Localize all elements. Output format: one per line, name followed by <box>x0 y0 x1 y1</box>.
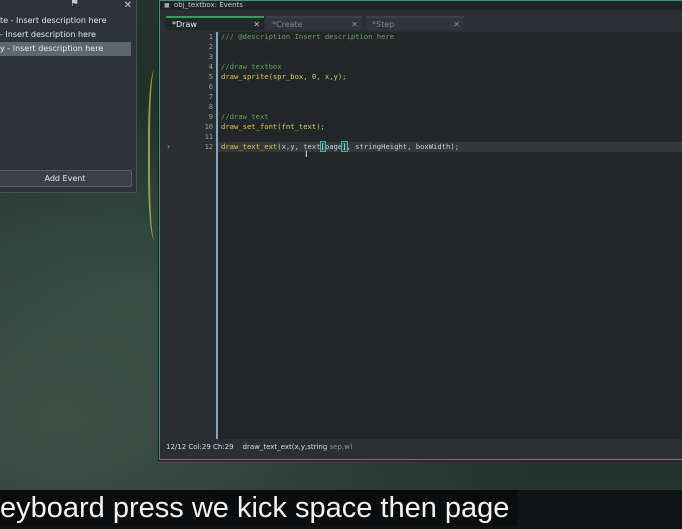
code-segment: , stringHeight, boxWidth); <box>346 142 460 151</box>
tab-draw-label: *Draw <box>172 20 197 29</box>
code-segment: page <box>324 142 343 151</box>
tab-draw[interactable]: *Draw ✕ <box>166 16 264 30</box>
tab-step[interactable]: *Step ✕ <box>366 16 464 30</box>
tab-create-close-icon[interactable]: ✕ <box>351 18 358 32</box>
event-tabs: *Draw ✕ *Create ✕ *Step ✕ <box>166 16 676 30</box>
add-event-button[interactable]: Add Event <box>0 170 132 187</box>
event-list: te - Insert description here - Insert de… <box>0 14 131 56</box>
code-area[interactable]: › 1 2 3 4 5 6 7 8 9 10 11 12 /// @descri… <box>166 32 682 439</box>
function-name: draw_set_font <box>221 122 278 131</box>
code-line-4[interactable]: //draw textbox <box>221 62 282 72</box>
event-item-step[interactable]: - Insert description here <box>0 28 131 42</box>
current-line-arrow-icon: › <box>167 142 171 151</box>
line-number: 6 <box>208 83 213 91</box>
tab-step-label: *Step <box>372 20 395 29</box>
object-icon: ■ <box>164 2 170 9</box>
code-editor-window: ■ obj_textbox: Events *Draw ✕ *Create ✕ … <box>159 0 682 460</box>
close-icon[interactable]: ✕ <box>124 0 132 11</box>
line-number: 2 <box>208 43 213 51</box>
event-item-draw[interactable]: y - Insert description here <box>0 42 131 56</box>
line-number: 12 <box>204 143 213 151</box>
event-item-create[interactable]: te - Insert description here <box>0 14 131 28</box>
line-number: 8 <box>208 103 213 111</box>
line-number: 4 <box>208 63 213 71</box>
tab-step-close-icon[interactable]: ✕ <box>453 18 460 32</box>
text-cursor-icon: I <box>305 150 308 160</box>
function-args: (fnt_text); <box>277 122 325 131</box>
tab-create[interactable]: *Create ✕ <box>266 16 362 30</box>
function-signature: draw_text_ext(x,y,string <box>242 443 328 451</box>
line-number: 3 <box>208 53 213 61</box>
video-subtitle: eyboard press we kick space then page <box>0 490 518 526</box>
code-line-9[interactable]: //draw text <box>221 112 269 122</box>
tab-draw-close-icon[interactable]: ✕ <box>253 18 260 32</box>
tab-create-label: *Create <box>272 20 303 29</box>
event-list-panel: ⚑ ✕ te - Insert description here - Inser… <box>0 0 137 193</box>
function-name: draw_sprite <box>221 72 269 81</box>
window-title-bar[interactable]: ■ obj_textbox: Events <box>160 1 682 10</box>
line-number: 7 <box>208 93 213 101</box>
flag-icon[interactable]: ⚑ <box>70 0 79 9</box>
line-number: 5 <box>208 73 213 81</box>
line-number-gutter: › 1 2 3 4 5 6 7 8 9 10 11 12 <box>166 32 218 439</box>
line-number: 9 <box>208 113 213 121</box>
line-number: 10 <box>204 123 213 131</box>
line-number: 11 <box>204 133 213 141</box>
function-signature-rest: sep,w) <box>327 443 353 451</box>
function-args: (spr_box, 0, x,y); <box>268 72 347 81</box>
window-title: obj_textbox: Events <box>174 1 243 9</box>
code-line-5[interactable]: draw_sprite(spr_box, 0, x,y); <box>221 72 347 82</box>
code-line-12[interactable]: draw_text_ext(x,y, text[page], stringHei… <box>221 141 460 152</box>
code-segment: (x,y, text <box>277 142 321 151</box>
status-bar: 12/12 Col:29 Ch:29 draw_text_ext(x,y,str… <box>166 441 353 453</box>
code-line-10[interactable]: draw_set_font(fnt_text); <box>221 122 325 132</box>
line-number: 1 <box>208 33 213 41</box>
function-name: draw_text_ext <box>221 142 278 151</box>
code-line-1[interactable]: /// @description Insert description here <box>221 32 394 42</box>
cursor-position: 12/12 Col:29 Ch:29 <box>166 443 234 451</box>
